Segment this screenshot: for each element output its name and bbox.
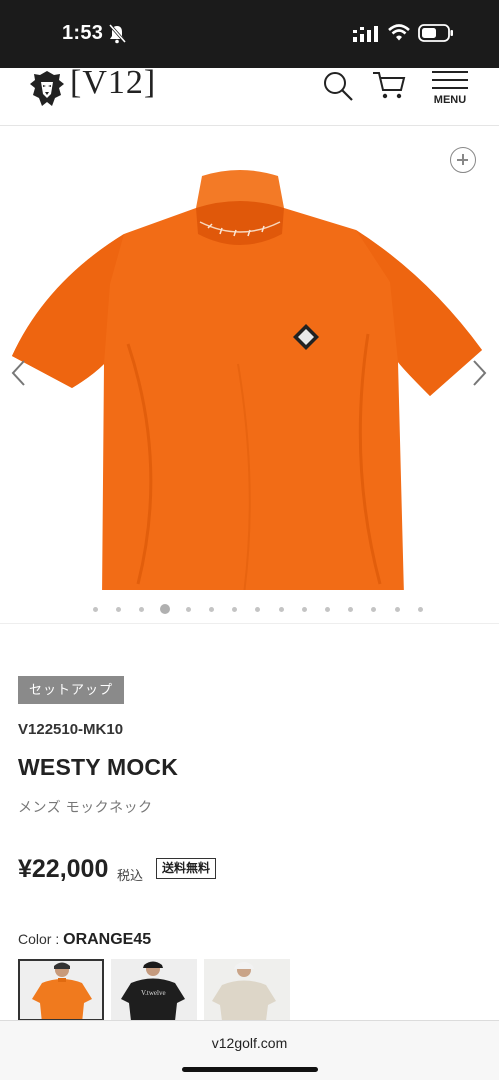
home-indicator[interactable]: [182, 1067, 318, 1072]
bell-slash-icon: [108, 24, 126, 44]
color-swatch-orange[interactable]: [18, 959, 104, 1021]
battery-icon: [418, 24, 453, 42]
product-subtitle: メンズ モックネック: [18, 799, 153, 815]
product-gallery[interactable]: [0, 126, 499, 624]
status-time: 1:53: [62, 22, 104, 44]
free-shipping-badge: 送料無料: [156, 858, 217, 879]
category-badge[interactable]: セットアップ: [18, 676, 125, 704]
product-image[interactable]: [8, 164, 490, 590]
product-name: WESTY MOCK: [18, 754, 179, 780]
color-swatch-black[interactable]: V.twelve: [111, 959, 197, 1021]
black-swatch-print: V.twelve: [141, 989, 166, 997]
slide-dot[interactable]: [417, 607, 423, 612]
lion-logo-icon[interactable]: [28, 68, 66, 108]
menu-button[interactable]: MENU: [428, 70, 472, 110]
cart-icon[interactable]: [372, 70, 406, 102]
color-label-text: Color :: [18, 931, 64, 947]
model-black-image: V.twelve: [121, 961, 185, 1021]
color-value: ORANGE45: [63, 931, 152, 948]
tax-label: 税込: [117, 868, 144, 883]
slide-dot-active[interactable]: [160, 604, 171, 614]
chevron-left-icon[interactable]: [8, 358, 28, 388]
slide-dots: [0, 604, 499, 616]
color-label: Color : ORANGE45: [18, 931, 151, 949]
site-header: [V12] MENU: [0, 64, 499, 126]
slide-dot[interactable]: [325, 607, 330, 612]
slide-dot[interactable]: [209, 607, 214, 612]
slide-dot[interactable]: [185, 607, 191, 612]
browser-bar: v12golf.com: [0, 1020, 499, 1080]
slide-dot[interactable]: [348, 607, 354, 612]
status-bar: 1:53: [0, 0, 499, 68]
slide-dot[interactable]: [278, 607, 284, 612]
zoom-plus-icon[interactable]: [450, 147, 476, 173]
slide-dot[interactable]: [116, 607, 122, 612]
model-orange-image: [32, 962, 92, 1019]
wifi-icon: [388, 24, 410, 41]
product-code: V122510-MK10: [18, 721, 124, 738]
slide-dot[interactable]: [232, 607, 238, 612]
product-price: ¥22,000: [18, 855, 109, 883]
menu-label: MENU: [433, 94, 467, 106]
slide-dot[interactable]: [93, 607, 98, 612]
url-label[interactable]: v12golf.com: [0, 1035, 499, 1051]
hamburger-icon: [432, 71, 468, 89]
search-icon[interactable]: [322, 70, 354, 102]
slide-dot[interactable]: [394, 607, 400, 612]
slide-dot[interactable]: [255, 607, 261, 612]
slide-dot[interactable]: [301, 607, 307, 612]
brand-logo[interactable]: [V12]: [70, 64, 156, 102]
signal-icon: [353, 26, 378, 42]
color-swatch-beige[interactable]: [204, 959, 290, 1021]
slide-dot[interactable]: [371, 607, 377, 612]
slide-dot[interactable]: [139, 607, 145, 612]
chevron-right-icon[interactable]: [470, 358, 490, 388]
model-beige-image: [212, 962, 276, 1021]
